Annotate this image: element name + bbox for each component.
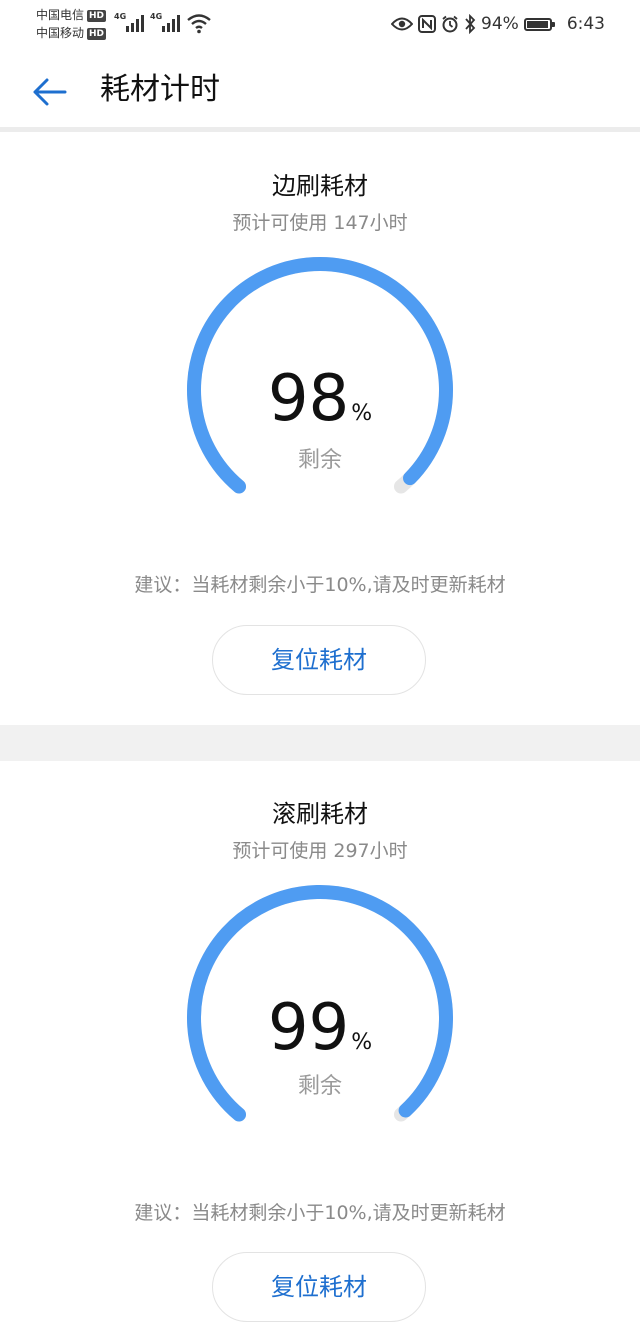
consumable-name: 滚刷耗材 <box>272 800 368 828</box>
section-gap <box>0 725 640 761</box>
carrier-2: 中国移动 HD <box>36 26 107 40</box>
clock: 6:43 <box>566 14 605 34</box>
advice-text: 建议：当耗材剩余小于10%,请及时更新耗材 <box>134 1202 506 1224</box>
battery-percent: 94% <box>481 14 519 34</box>
consumable-card-main-brush: 滚刷耗材 预计可使用 297小时 99% 剩余 建议：当耗材剩余小于10%,请及… <box>0 761 640 1330</box>
signal-icon: 4G <box>150 12 184 38</box>
estimate-hours: 预计可使用 147小时 <box>232 212 408 234</box>
status-bar: 中国电信 HD 中国移动 HD 4G 4G 94% 6:43 <box>0 0 640 50</box>
remaining-label: 剩余 <box>297 1074 342 1099</box>
hd-badge: HD <box>87 28 107 40</box>
consumable-name: 边刷耗材 <box>272 172 368 200</box>
arrow-left-icon <box>33 78 67 106</box>
wifi-icon <box>186 13 212 39</box>
app-bar: 耗材计时 <box>0 50 640 128</box>
reset-consumable-button[interactable]: 复位耗材 <box>212 1252 426 1322</box>
bluetooth-icon <box>465 14 476 34</box>
hd-badge: HD <box>87 10 107 22</box>
eye-icon <box>391 17 414 31</box>
percent-unit: % <box>351 401 373 426</box>
status-right: 94% 6:43 <box>391 12 605 36</box>
back-button[interactable] <box>30 72 70 112</box>
percent-value: 99 <box>267 991 350 1065</box>
advice-text: 建议：当耗材剩余小于10%,请及时更新耗材 <box>134 574 506 596</box>
reset-consumable-button[interactable]: 复位耗材 <box>212 625 426 695</box>
percent-unit: % <box>351 1030 373 1055</box>
nfc-icon <box>418 15 437 33</box>
alarm-icon <box>442 15 458 33</box>
battery-icon <box>523 17 555 31</box>
estimate-hours: 预计可使用 297小时 <box>232 840 408 862</box>
remaining-percent: 99% <box>0 993 640 1078</box>
battery-fill <box>526 20 548 28</box>
consumable-card-side-brush: 边刷耗材 预计可使用 147小时 98% 剩余 建议：当耗材剩余小于10%,请及… <box>0 132 640 725</box>
network-type: 4G <box>150 12 163 21</box>
remaining-percent: 98% <box>0 364 640 449</box>
percent-value: 98 <box>267 362 350 436</box>
network-type: 4G <box>114 12 127 21</box>
signal-icon: 4G <box>114 12 148 38</box>
page-title: 耗材计时 <box>100 72 220 107</box>
carrier-1: 中国电信 HD <box>36 8 107 22</box>
remaining-label: 剩余 <box>297 448 342 473</box>
